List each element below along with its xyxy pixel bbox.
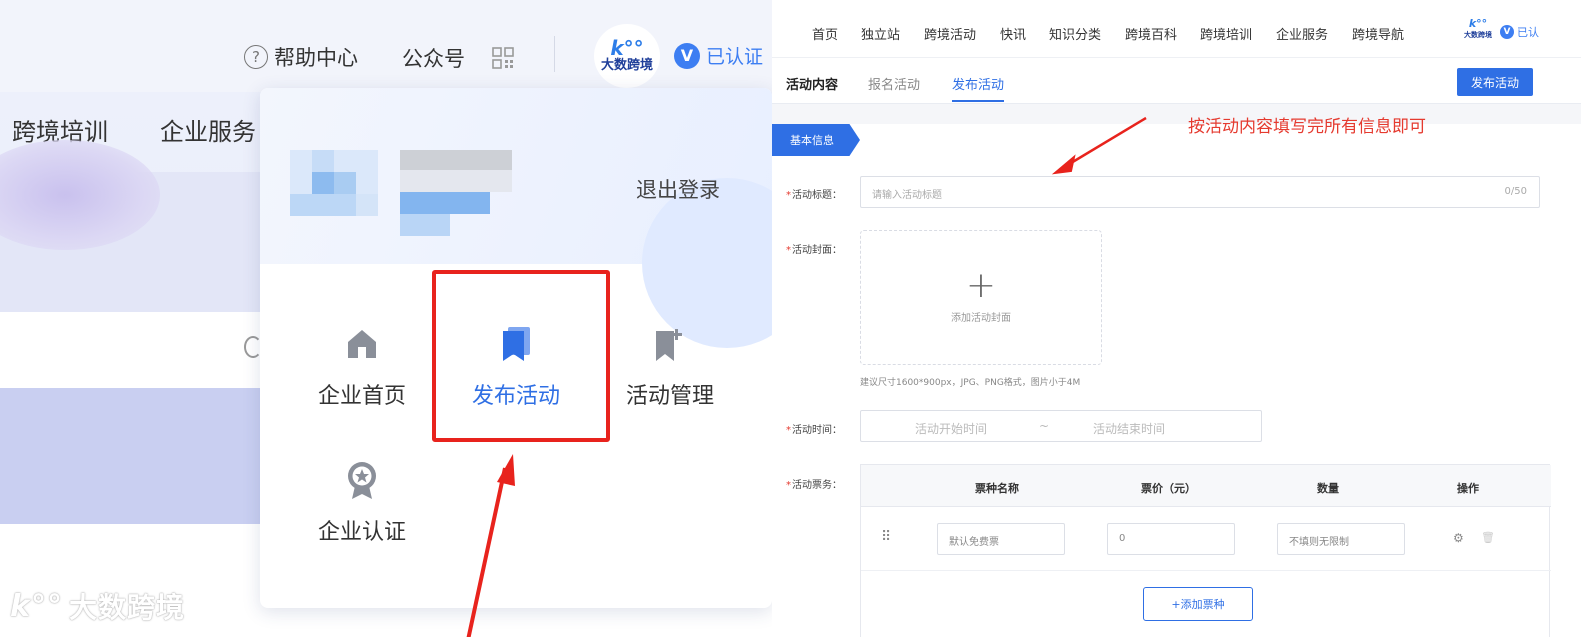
- activity-title-input[interactable]: 请输入活动标题 0/50: [860, 176, 1540, 208]
- drag-handle-icon[interactable]: ⠿: [881, 529, 891, 545]
- col-ticket-ops: 操作: [1457, 482, 1479, 495]
- qr-code-icon[interactable]: [492, 47, 514, 69]
- time-label: *活动时间：: [786, 421, 842, 436]
- nav-item-enterprise-service[interactable]: 企业服务: [1276, 24, 1328, 43]
- required-mark: *: [786, 245, 791, 256]
- publish-activity-button[interactable]: 发布活动: [1457, 68, 1533, 96]
- company-avatar[interactable]: k°° 大数跨境: [594, 24, 660, 88]
- nav-item-news-flash[interactable]: 快讯: [1000, 24, 1026, 43]
- header-divider: [554, 36, 555, 72]
- col-ticket-price: 票价（元）: [1141, 482, 1196, 495]
- menu-item-label: 活动管理: [625, 384, 714, 409]
- nav-item-cross-border-activity[interactable]: 跨境活动: [924, 24, 976, 43]
- col-ticket-name: 票种名称: [975, 482, 1019, 495]
- right-panel: 首页 独立站 跨境活动 快讯 知识分类 跨境百科 跨境培训 企业服务 跨境导航 …: [772, 0, 1581, 637]
- ticket-table-header: 票种名称 票价（元） 数量 操作: [861, 465, 1551, 507]
- nav-item-enterprise-service[interactable]: 企业服务: [160, 112, 256, 147]
- plus-icon: +: [965, 265, 997, 306]
- verified-icon: V: [1500, 25, 1514, 39]
- menu-item-label: 企业认证: [317, 520, 406, 545]
- title-label: *活动标题：: [786, 186, 842, 201]
- watermark-mark: k°°: [10, 588, 63, 624]
- required-mark: *: [786, 190, 791, 201]
- required-mark: *: [786, 480, 791, 491]
- required-mark: *: [786, 425, 791, 436]
- ticket-price-value: 0: [1119, 533, 1126, 544]
- activity-time-range-picker[interactable]: 活动开始时间 ~ 活动结束时间: [860, 410, 1262, 442]
- col-ticket-qty: 数量: [1317, 482, 1339, 495]
- end-time-placeholder: 活动结束时间: [1093, 422, 1166, 436]
- annotation-text: 按活动内容填写完所有信息即可: [1188, 117, 1426, 137]
- cover-label-text: 活动封面：: [792, 245, 842, 256]
- ticket-label: *活动票务：: [786, 476, 842, 491]
- help-center-label: 帮助中心: [274, 46, 358, 70]
- title-placeholder: 请输入活动标题: [872, 190, 942, 201]
- ticket-table: 票种名称 票价（元） 数量 操作 ⠿ 默认免费票 0 不填则无限制 ⚙ 🗑 +添: [860, 464, 1551, 637]
- ticket-qty-input[interactable]: 不填则无限制: [1277, 523, 1405, 555]
- content-gap: [772, 104, 1581, 124]
- screenshot-composite: ? 帮助中心 公众号 k°° 大数跨境 V 已认证 跨境培训 企业服务 退出登录…: [0, 0, 1581, 637]
- menu-item-activity-management[interactable]: 活动管理: [610, 324, 730, 410]
- home-icon: [342, 324, 382, 364]
- cover-hint: 建议尺寸1600*900px，JPG、PNG格式，图片小于4M: [860, 378, 1081, 388]
- bookmark-plus-icon: [650, 324, 690, 364]
- ticket-name-input[interactable]: 默认免费票: [937, 523, 1065, 555]
- help-icon: ?: [244, 45, 268, 69]
- active-tab-indicator: [952, 100, 1004, 102]
- nav-item-knowledge-category[interactable]: 知识分类: [1049, 24, 1101, 43]
- nav-item-home[interactable]: 首页: [812, 24, 838, 43]
- user-info-header: 退出登录: [260, 88, 772, 348]
- verified-badge: V 已认证: [674, 42, 763, 69]
- logout-button[interactable]: 退出登录: [636, 174, 720, 204]
- section-tag-basic-info: 基本信息: [772, 124, 860, 156]
- add-ticket-button[interactable]: +添加票种: [1143, 587, 1253, 621]
- ticket-price-input[interactable]: 0: [1107, 523, 1235, 555]
- range-separator: ~: [1039, 419, 1050, 433]
- ticket-name-value: 默认免费票: [949, 537, 999, 548]
- left-panel: ? 帮助中心 公众号 k°° 大数跨境 V 已认证 跨境培训 企业服务 退出登录…: [0, 0, 772, 637]
- top-nav-bar: 首页 独立站 跨境活动 快讯 知识分类 跨境百科 跨境培训 企业服务 跨境导航 …: [772, 0, 1581, 58]
- badge-star-icon: [342, 460, 382, 500]
- tab-signup-activity[interactable]: 报名活动: [868, 74, 920, 93]
- brand-mark: k°°: [610, 36, 644, 60]
- watermark-text: 大数跨境: [68, 591, 185, 624]
- tab-publish-activity[interactable]: 发布活动: [952, 74, 1004, 93]
- title-label-text: 活动标题：: [792, 190, 842, 201]
- table-row: ⠿ 默认免费票 0 不填则无限制 ⚙ 🗑: [861, 507, 1551, 571]
- tab-activity-content[interactable]: 活动内容: [786, 74, 838, 93]
- menu-item-enterprise-home[interactable]: 企业首页: [302, 324, 422, 410]
- menu-item-label: 企业首页: [317, 384, 406, 409]
- upload-label: 添加活动封面: [951, 313, 1011, 324]
- nav-item-encyclopedia[interactable]: 跨境百科: [1125, 24, 1177, 43]
- ticket-label-text: 活动票务：: [792, 480, 842, 491]
- highlight-box: [432, 270, 610, 442]
- char-counter: 0/50: [1504, 186, 1527, 197]
- cover-label: *活动封面：: [786, 241, 842, 256]
- start-time-placeholder: 活动开始时间: [915, 422, 988, 436]
- brand-mark: k°°: [1468, 17, 1488, 30]
- nav-item-navigation[interactable]: 跨境导航: [1352, 24, 1404, 43]
- time-label-text: 活动时间：: [792, 425, 842, 436]
- trash-icon[interactable]: 🗑: [1481, 531, 1495, 544]
- menu-item-enterprise-certification[interactable]: 企业认证: [302, 460, 422, 546]
- settings-icon[interactable]: ⚙: [1453, 531, 1464, 545]
- verified-badge: V 已认: [1500, 24, 1539, 40]
- brand-name: 大数跨境: [600, 58, 653, 73]
- company-avatar[interactable]: k°° 大数跨境: [1462, 18, 1494, 46]
- cover-upload-box[interactable]: + 添加活动封面: [860, 230, 1102, 365]
- ticket-qty-placeholder: 不填则无限制: [1289, 537, 1349, 548]
- nav-item-training[interactable]: 跨境培训: [1200, 24, 1252, 43]
- watermark: k°° 大数跨境: [10, 586, 185, 626]
- verified-label: 已认: [1517, 26, 1539, 39]
- verified-label: 已认证: [706, 46, 764, 68]
- nav-item-independent-site[interactable]: 独立站: [861, 24, 900, 43]
- brand-name: 大数跨境: [1464, 31, 1492, 39]
- verified-icon: V: [674, 42, 700, 69]
- official-account-link[interactable]: 公众号: [402, 43, 465, 73]
- help-center-link[interactable]: ? 帮助中心: [244, 42, 358, 72]
